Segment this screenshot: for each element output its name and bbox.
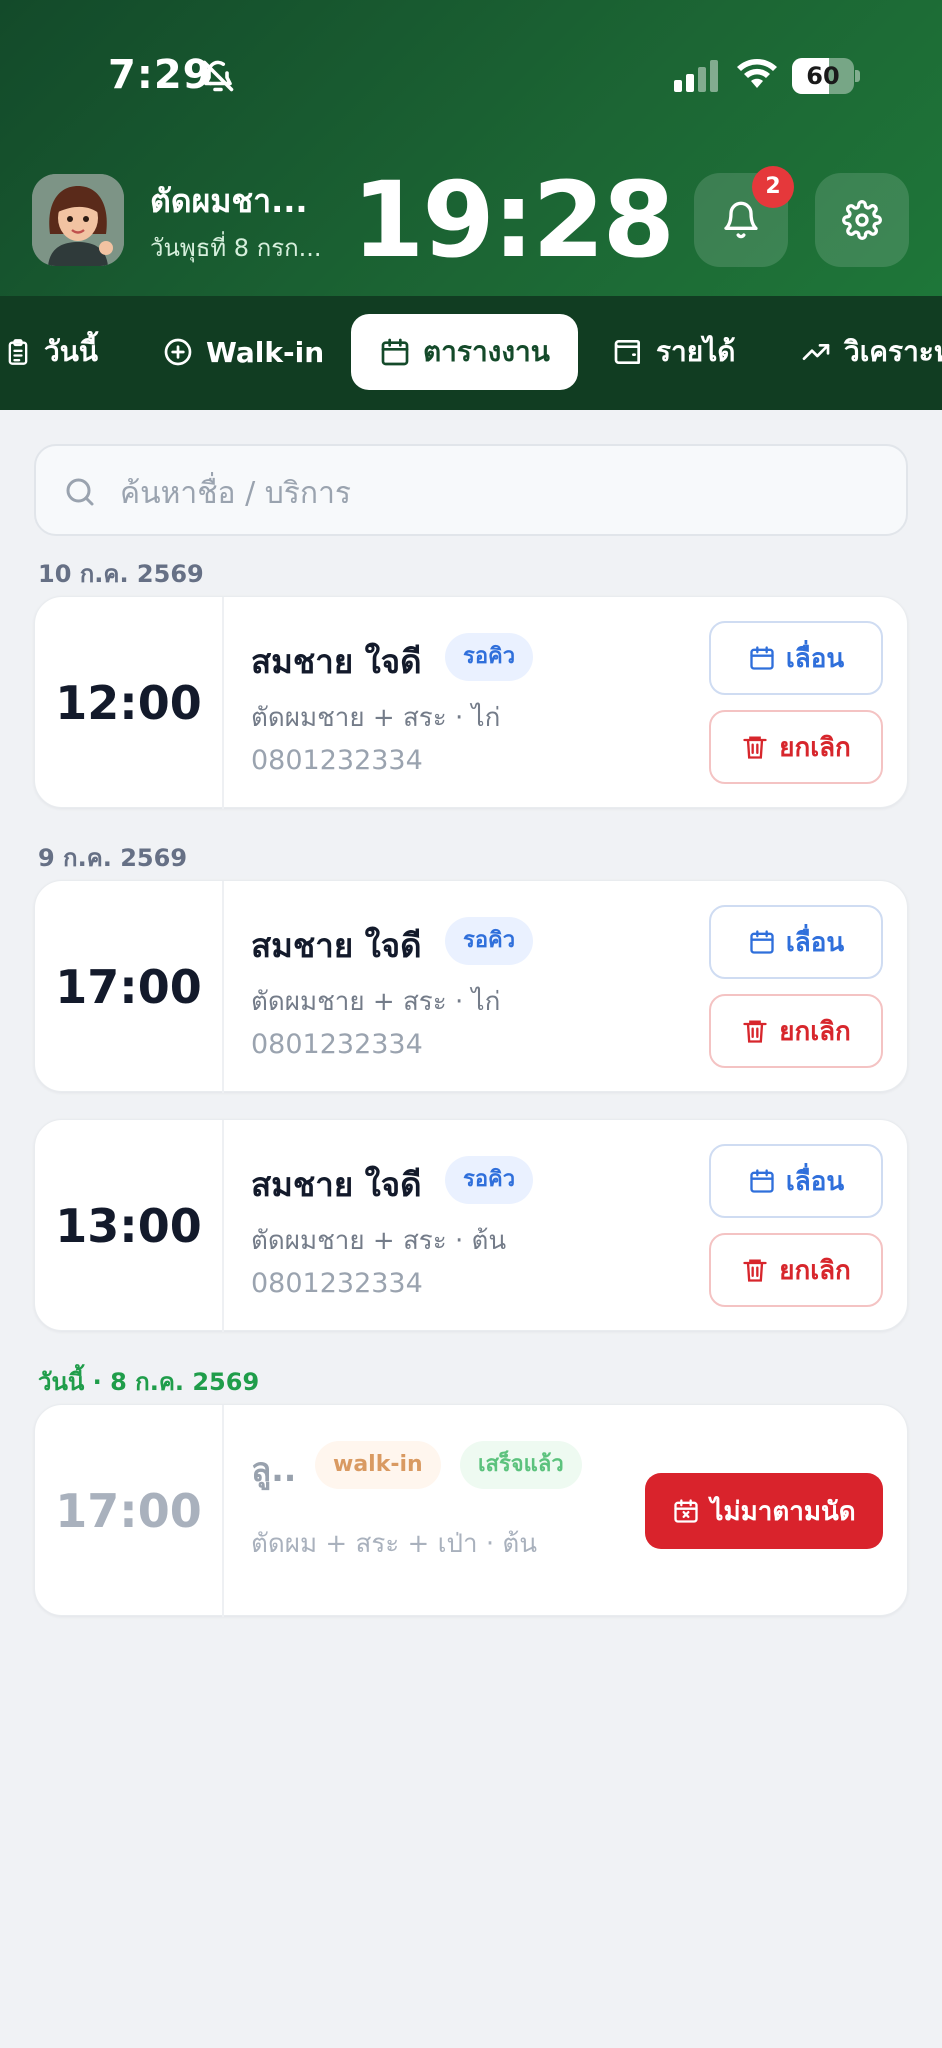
search-icon bbox=[66, 478, 94, 506]
customer-phone: 0801232334 bbox=[251, 1029, 423, 1060]
service-description: ตัดผมชาย + สระ · ไก่ bbox=[251, 987, 501, 1017]
appointment-card[interactable]: 17:00 ลู.. walk-in เสร็จแล้ว ตัดผม + สระ… bbox=[34, 1404, 908, 1617]
divider bbox=[222, 1120, 224, 1332]
customer-name: สมชาย ใจดี bbox=[251, 1165, 422, 1204]
settings-button[interactable] bbox=[815, 173, 909, 267]
status-badge: เสร็จแล้ว bbox=[460, 1441, 582, 1489]
calendar-x-icon bbox=[674, 1499, 699, 1523]
reschedule-button[interactable]: เลื่อน bbox=[709, 905, 883, 979]
appointment-time: 17:00 bbox=[55, 960, 202, 1014]
current-date: วันพุธที่ 8 กรก... bbox=[150, 234, 322, 262]
app-header: 7:29 60 ตัดผมชา... วันพุธที่ 8 กรก... 19… bbox=[0, 0, 942, 410]
trend-up-icon bbox=[802, 344, 830, 360]
reschedule-button[interactable]: เลื่อน bbox=[709, 1144, 883, 1218]
date-group-label-today: วันนี้ · 8 ก.ค. 2569 bbox=[38, 1368, 260, 1396]
customer-phone: 0801232334 bbox=[251, 745, 423, 776]
button-label: ยกเลิก bbox=[779, 732, 851, 763]
appointment-time: 13:00 bbox=[55, 1199, 202, 1253]
battery-indicator: 60 bbox=[792, 58, 860, 94]
avatar[interactable] bbox=[32, 174, 124, 266]
date-group-label: 10 ก.ค. 2569 bbox=[38, 560, 204, 588]
shop-name: ตัดผมชา... bbox=[150, 182, 308, 220]
tab-today[interactable]: วันนี้ bbox=[4, 314, 98, 390]
status-time: 7:29 bbox=[108, 52, 212, 98]
customer-name: สมชาย ใจดี bbox=[251, 926, 422, 965]
appointment-card[interactable]: 12:00 สมชาย ใจดี รอคิว ตัดผมชาย + สระ · … bbox=[34, 596, 908, 809]
cancel-button[interactable]: ยกเลิก bbox=[709, 1233, 883, 1307]
cellular-signal-icon bbox=[674, 60, 718, 92]
wifi-icon bbox=[737, 59, 777, 88]
tab-label: Walk-in bbox=[206, 335, 325, 369]
trash-icon bbox=[743, 1259, 767, 1282]
calendar-icon bbox=[750, 1169, 774, 1193]
cancel-button[interactable]: ยกเลิก bbox=[709, 994, 883, 1068]
live-clock: 19:28 bbox=[352, 159, 675, 281]
avatar-illustration-icon bbox=[32, 174, 124, 266]
button-label: ไม่มาตามนัด bbox=[710, 1496, 856, 1527]
status-badge: รอคิว bbox=[445, 633, 534, 681]
plus-circle-icon bbox=[164, 338, 192, 366]
customer-phone: 0801232334 bbox=[251, 1268, 423, 1299]
divider bbox=[222, 597, 224, 809]
button-label: ยกเลิก bbox=[779, 1255, 851, 1286]
calendar-icon bbox=[750, 930, 774, 954]
tab-income[interactable]: รายได้ bbox=[612, 314, 735, 390]
date-group-label: 9 ก.ค. 2569 bbox=[38, 844, 188, 872]
tab-analytics[interactable]: วิเคราะห์ bbox=[800, 314, 942, 390]
tab-walk-in[interactable]: Walk-in bbox=[162, 314, 324, 390]
appointment-time: 12:00 bbox=[55, 676, 202, 730]
divider bbox=[222, 881, 224, 1093]
main-tab-bar: วันนี้ Walk-in ตารางงาน รายได้ วิเคราะห์ bbox=[0, 296, 942, 410]
reschedule-button[interactable]: เลื่อน bbox=[709, 621, 883, 695]
service-description: ตัดผม + สระ + เป่า · ต้น bbox=[251, 1529, 538, 1559]
service-description: ตัดผมชาย + สระ · ไก่ bbox=[251, 703, 501, 733]
customer-name: ลู.. bbox=[251, 1450, 297, 1489]
button-label: เลื่อน bbox=[785, 643, 845, 674]
bell-off-icon bbox=[202, 60, 234, 92]
appointment-time: 17:00 bbox=[55, 1484, 202, 1538]
clipboard-icon bbox=[8, 339, 28, 365]
calendar-icon bbox=[381, 338, 409, 366]
divider bbox=[222, 1405, 224, 1617]
calendar-icon bbox=[750, 646, 774, 670]
trash-icon bbox=[743, 736, 767, 759]
appointment-card[interactable]: 13:00 สมชาย ใจดี รอคิว ตัดผมชาย + สระ · … bbox=[34, 1119, 908, 1332]
search-input[interactable]: ค้นหาชื่อ / บริการ bbox=[34, 444, 908, 536]
battery-level: 60 bbox=[806, 62, 840, 90]
tab-label: ตารางงาน bbox=[423, 335, 550, 368]
search-placeholder: ค้นหาชื่อ / บริการ bbox=[120, 476, 352, 511]
service-description: ตัดผมชาย + สระ · ต้น bbox=[251, 1226, 507, 1256]
button-label: เลื่อน bbox=[785, 927, 845, 958]
status-badge: รอคิว bbox=[445, 1156, 534, 1204]
wallet-icon bbox=[614, 340, 640, 364]
cancel-button[interactable]: ยกเลิก bbox=[709, 710, 883, 784]
trash-icon bbox=[743, 1020, 767, 1043]
tab-label: วันนี้ bbox=[44, 335, 99, 368]
appointment-card[interactable]: 17:00 สมชาย ใจดี รอคิว ตัดผมชาย + สระ · … bbox=[34, 880, 908, 1093]
status-badge: รอคิว bbox=[445, 917, 534, 965]
tab-schedule[interactable]: ตารางงาน bbox=[351, 314, 578, 390]
button-label: เลื่อน bbox=[785, 1166, 845, 1197]
button-label: ยกเลิก bbox=[779, 1016, 851, 1047]
tab-label: รายได้ bbox=[656, 335, 736, 368]
gear-icon bbox=[842, 200, 882, 240]
status-bar: 7:29 60 bbox=[0, 0, 942, 150]
notification-badge: 2 bbox=[752, 166, 794, 208]
walk-in-badge: walk-in bbox=[315, 1441, 441, 1489]
no-show-button[interactable]: ไม่มาตามนัด bbox=[645, 1473, 883, 1549]
tab-label: วิเคราะห์ bbox=[844, 335, 942, 368]
customer-name: สมชาย ใจดี bbox=[251, 642, 422, 681]
bell-icon bbox=[724, 201, 758, 239]
